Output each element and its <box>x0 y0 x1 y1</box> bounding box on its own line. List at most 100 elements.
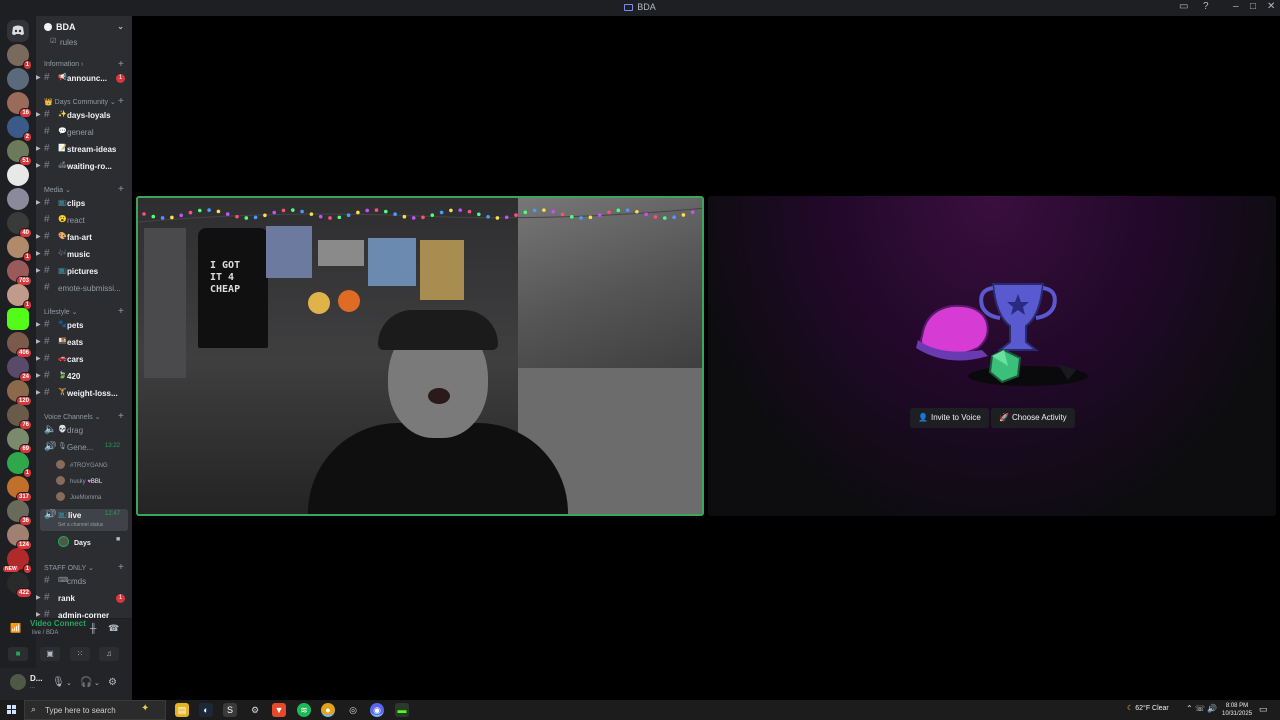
add-channel-icon[interactable]: + <box>118 184 124 195</box>
server-icon[interactable]: 36 <box>7 500 32 526</box>
voice-user[interactable]: JoeMomma <box>56 492 101 501</box>
server-icon[interactable]: 2 <box>7 116 32 142</box>
voice-user[interactable]: husky ♥BBL <box>56 476 102 485</box>
chrome-icon[interactable]: ● <box>321 703 335 717</box>
windows-start-icon[interactable] <box>7 705 17 715</box>
channel-general[interactable]: # 💬 general <box>36 126 132 140</box>
add-channel-icon[interactable]: + <box>118 96 124 107</box>
server-icon[interactable]: 317 <box>7 476 32 502</box>
close-button[interactable]: ✕ <box>1267 1 1275 12</box>
taskbar-search-box[interactable]: ⌕ Type here to search ✦ <box>24 700 166 720</box>
channel-music[interactable]: ▶ # 🎶 music <box>36 248 132 262</box>
brave-icon[interactable]: ▼ <box>272 703 286 717</box>
channel-fan-art[interactable]: ▶ # 🎨 fan-art <box>36 231 132 245</box>
server-icon[interactable]: 120 <box>7 380 32 406</box>
choose-activity-button[interactable]: 🚀 Choose Activity <box>991 408 1075 428</box>
server-icon[interactable]: 406 <box>7 332 32 358</box>
add-channel-icon[interactable]: + <box>118 306 124 317</box>
channel-waiting-room[interactable]: ▶ # 🛋 waiting-ro... <box>36 160 132 174</box>
minimize-button[interactable]: – <box>1233 1 1239 12</box>
user-avatar[interactable] <box>10 674 26 690</box>
voice-channel-live[interactable]: 🔊 📺 live 12:47 Set a channel status <box>40 509 128 531</box>
username[interactable]: D... <box>30 674 42 683</box>
invite-to-voice-button[interactable]: 👤 Invite to Voice <box>910 408 989 428</box>
maximize-button[interactable]: □ <box>1250 1 1256 12</box>
voice-location[interactable]: live / BDA <box>32 630 58 636</box>
server-icon[interactable]: 1 <box>7 236 32 262</box>
server-icon[interactable]: 51 <box>7 140 32 166</box>
discord-home-icon[interactable] <box>7 20 29 42</box>
inbox-icon[interactable]: ▭ <box>1179 1 1188 12</box>
channel-days-loyals[interactable]: ▶ # ✨ days-loyals <box>36 109 132 123</box>
chevron-down-icon[interactable]: ⌄ <box>94 679 100 687</box>
channel-rules[interactable]: ☑ rules <box>36 36 132 50</box>
camera-button[interactable]: ■ <box>8 647 28 661</box>
video-stream-tile[interactable]: I GOT IT 4 CHEAP <box>136 196 704 516</box>
category-staff-only[interactable]: STAFF ONLY ⌄ + <box>44 562 124 573</box>
channel-weight-loss[interactable]: ▶ # 🏋 weight-loss... <box>36 387 132 401</box>
channel-420[interactable]: ▶ # 🍃 420 <box>36 370 132 384</box>
channel-pictures[interactable]: ▶ # 📺 pictures <box>36 265 132 279</box>
category-information[interactable]: Information › + <box>44 59 124 70</box>
channel-cars[interactable]: ▶ # 🚗 cars <box>36 353 132 367</box>
channel-status-hint[interactable]: Set a channel status <box>58 522 103 528</box>
copilot-sparkle-icon[interactable]: ✦ <box>141 703 149 714</box>
server-icon[interactable] <box>7 188 29 210</box>
steam-icon[interactable]: ◐ <box>199 703 213 717</box>
channel-pets[interactable]: ▶ # 🐾 pets <box>36 319 132 333</box>
channel-emote-submissions[interactable]: # emote-submissi... <box>36 282 132 296</box>
server-icon[interactable]: 1 <box>7 44 32 70</box>
category-lifestyle[interactable]: Lifestyle ⌄ + <box>44 306 124 317</box>
voice-user-days[interactable]: Days ■ <box>58 536 120 547</box>
noise-suppression-icon[interactable]: ╫ <box>90 623 96 633</box>
server-icon[interactable]: 16 <box>7 92 32 118</box>
screen-share-button[interactable]: ▣ <box>40 647 60 661</box>
server-icon[interactable]: 422 NEW <box>3 566 32 598</box>
taskbar-clock[interactable]: 8:08 PM 10/31/2025 <box>1222 702 1252 718</box>
channel-clips[interactable]: ▶ # 📺 clips <box>36 197 132 211</box>
activity-button[interactable]: ⁙ <box>70 647 90 661</box>
channel-stream-ideas[interactable]: ▶ # 📝 stream-ideas <box>36 143 132 157</box>
server-icon[interactable]: 69 <box>7 428 32 454</box>
spotify-icon[interactable]: ≋ <box>297 703 311 717</box>
settings-icon[interactable]: ⚙ <box>248 703 262 717</box>
category-voice-channels[interactable]: Voice Channels ⌄ + <box>44 411 124 422</box>
channel-eats[interactable]: ▶ # 🍱 eats <box>36 336 132 350</box>
app-icon[interactable]: ◎ <box>346 703 360 717</box>
server-icon[interactable] <box>7 68 29 90</box>
channel-react[interactable]: # 😮 react <box>36 214 132 228</box>
server-icon[interactable]: 24 <box>7 356 32 382</box>
gear-icon[interactable]: ⚙ <box>108 677 117 688</box>
file-explorer-icon[interactable]: ▤ <box>175 703 189 717</box>
soundboard-button[interactable]: ♫ <box>99 647 119 661</box>
add-channel-icon[interactable]: + <box>118 562 124 573</box>
volume-icon[interactable]: 🔊 <box>1207 704 1217 713</box>
notification-icon[interactable]: ▭ <box>1259 704 1268 715</box>
system-tray[interactable]: ⌃ ☏ 🔊 <box>1186 704 1217 713</box>
add-channel-icon[interactable]: + <box>118 411 124 422</box>
help-icon[interactable]: ? <box>1203 1 1209 12</box>
terminal-icon[interactable]: ▬ <box>395 703 409 717</box>
voice-user[interactable]: #TROYGANG <box>56 460 108 469</box>
voice-channel-general[interactable]: 🔊 🎙 Gene... 13:22 <box>36 441 132 455</box>
server-icon[interactable]: 40 <box>7 212 32 238</box>
network-icon[interactable]: ☏ <box>1195 704 1205 713</box>
server-icon[interactable] <box>7 164 29 186</box>
chevron-down-icon[interactable]: ⌄ <box>66 679 72 687</box>
server-icon[interactable]: 703 <box>7 260 32 286</box>
server-icon[interactable]: 124 <box>7 524 32 550</box>
microphone-icon[interactable]: 🎙 <box>52 677 65 688</box>
channel-cmds[interactable]: # ⌨ cmds <box>36 575 132 589</box>
server-icon[interactable]: 1 <box>7 284 32 310</box>
add-channel-icon[interactable]: + <box>118 59 124 70</box>
voice-channel-drag[interactable]: 🔈 💀 drag <box>36 424 132 438</box>
disconnect-icon[interactable]: ☎ <box>108 623 119 634</box>
category-media[interactable]: Media ⌄ + <box>44 184 124 195</box>
channel-announcements[interactable]: ▶ # 📢 announc... 1 <box>36 72 132 86</box>
weather-widget[interactable]: ☾ 62°F Clear <box>1127 704 1169 712</box>
chevron-down-icon[interactable]: ⌄ <box>117 22 124 31</box>
stream-app-icon[interactable]: S <box>223 703 237 717</box>
server-icon[interactable]: 76 <box>7 404 32 430</box>
channel-rank[interactable]: ▶ # rank 1 <box>36 592 132 606</box>
discord-icon[interactable]: ◉ <box>370 703 384 717</box>
